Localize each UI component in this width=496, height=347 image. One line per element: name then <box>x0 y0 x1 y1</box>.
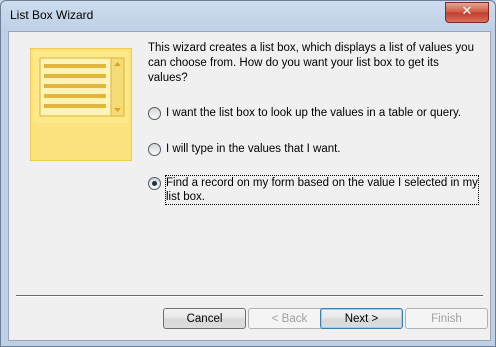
separator <box>16 295 483 297</box>
back-button[interactable]: < Back <box>248 308 331 329</box>
option-find-record[interactable]: Find a record on my form based on the va… <box>148 175 479 205</box>
window-title: List Box Wizard <box>10 8 94 22</box>
wizard-window: List Box Wizard ✕ This wizard creates a … <box>0 0 496 347</box>
intro-text: This wizard creates a list box, which di… <box>148 42 474 84</box>
close-icon: ✕ <box>461 4 473 19</box>
finish-button[interactable]: Finish <box>405 308 488 329</box>
radio-lookup-table[interactable] <box>148 107 161 120</box>
option-type-values-label: I will type in the values that I want. <box>166 143 341 155</box>
radio-type-values[interactable] <box>148 143 161 156</box>
close-button[interactable]: ✕ <box>445 2 489 23</box>
cancel-button[interactable]: Cancel <box>163 308 246 329</box>
title-bar[interactable]: List Box Wizard ✕ <box>1 1 495 31</box>
option-lookup-table[interactable]: I want the list box to look up the value… <box>148 106 461 120</box>
option-type-values[interactable]: I will type in the values that I want. <box>148 142 341 156</box>
next-button[interactable]: Next > <box>320 308 403 329</box>
wizard-content: This wizard creates a list box, which di… <box>8 31 491 341</box>
list-box-illustration-icon <box>30 48 132 161</box>
option-find-record-label: Find a record on my form based on the va… <box>165 175 479 205</box>
option-lookup-table-label: I want the list box to look up the value… <box>166 107 462 119</box>
radio-find-record[interactable] <box>148 177 161 190</box>
